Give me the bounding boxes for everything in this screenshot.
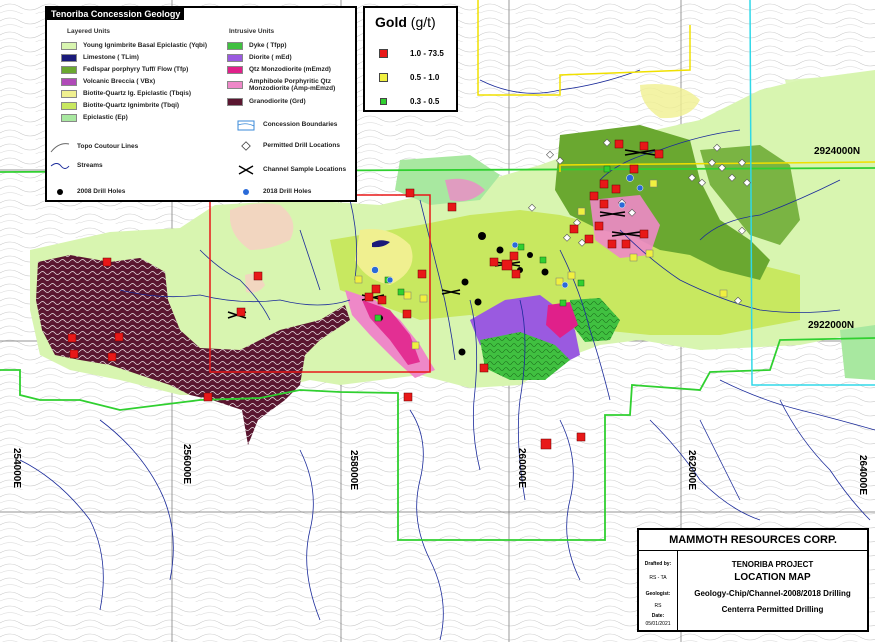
layered-units-header: Layered Units [67,28,110,35]
legend-label: Young Ignimbrite Basal Epiclastic (Yqbi) [83,42,207,49]
drafted-label: Drafted by: [644,561,672,567]
legend-label: Granodiorite (Grd) [249,98,306,105]
date-label: Date: [651,613,665,619]
map-subtitle-2: Centerra Permitted Drilling [721,605,824,614]
swatch-ep [61,113,77,122]
legend-item-tbqis: Biotite-Quartz Ig. Epiclastic (Tbqis) [61,89,191,98]
gold-legend: Gold (g/t) 1.0 - 73.5 0.5 - 1.0 0.3 - 0.… [363,6,458,112]
easting-label-264000: 264000E [857,455,868,496]
title-block: MAMMOTH RESOURCES CORP. Drafted by: RS -… [637,528,869,632]
gold-unit-text: (g/t) [410,14,436,30]
legend-item-tbqi: Biotite-Quartz Ignimbrite (Tbqi) [61,101,179,110]
legend-item-permitted: Permitted Drill Locations [235,139,340,153]
date-value: 05/01/2021 [645,621,671,627]
northing-label-2922000: 2922000N [808,320,855,331]
swatch-tbqi [61,101,77,110]
project-name: TENORIBA PROJECT [731,560,814,569]
easting-label-260000: 260000E [516,448,527,489]
drafted-value: RS - TA [649,575,667,581]
legend-label: Biotite-Quartz Ignimbrite (Tbqi) [83,102,180,109]
legend-label: 2008 Drill Holes [77,188,126,195]
title-block-meta: Drafted by: RS - TA Geologist: RS Date: … [639,551,678,630]
swatch-vbx [61,77,77,86]
legend-label: Biotite-Quartz Ig. Epiclastic (Tbqis) [83,90,191,97]
drill-hole-2018-icon [235,185,257,199]
swatch-memzd [227,65,243,74]
legend-label: Permitted Drill Locations [263,142,340,149]
title-block-main: TENORIBA PROJECT LOCATION MAP Geology-Ch… [678,551,867,630]
legend-item-vbx: Volcanic Breccia ( VBx) [61,77,155,86]
legend-label: Concession Boundaries [263,121,338,128]
swatch-tfpp [227,41,243,50]
swatch-tfp [61,65,77,74]
legend-label: Channel Sample Locations [263,166,347,173]
legend-item-topo: Topo Coutour Lines [49,140,139,154]
northing-label-2924000: 2924000N [814,146,861,157]
legend-title: Tenoriba Concession Geology [47,8,185,20]
geology-legend: Tenoriba Concession Geology Layered Unit… [45,6,357,202]
legend-label: Amphibole Porphyritic Qtz Monzodiorite (… [249,78,336,92]
gold-legend-title: Gold (g/t) [375,14,436,30]
legend-item-memzd: Qtz Monzodiorite (mEmzd) [227,65,331,74]
gold-title-text: Gold [375,14,407,30]
easting-label-262000: 262000E [686,450,697,491]
gold-class-label: 0.3 - 0.5 [410,97,440,106]
swatch-tlim [61,53,77,62]
swatch-med [227,53,243,62]
concession-boundary-icon [235,118,257,132]
easting-label-254000: 254000E [11,448,22,489]
swatch-yqbi [61,41,77,50]
map-subtitle-1: Geology-Chip/Channel-2008/2018 Drilling [694,589,851,598]
drill-hole-2008-icon [49,185,71,199]
legend-label: Streams [77,162,103,169]
gold-class-high: 1.0 - 73.5 [379,49,444,58]
geologist-label: Geologist: [645,591,671,597]
legend-item-grd: Granodiorite (Grd) [227,97,306,106]
legend-label: Fedlspar porphyry Tuff/ Flow (Tfp) [83,66,189,73]
legend-item-tfp: Fedlspar porphyry Tuff/ Flow (Tfp) [61,65,188,74]
legend-label: Diorite ( mEd) [249,54,292,61]
legend-item-concession: Concession Boundaries [235,118,338,132]
legend-item-amp: Amphibole Porphyritic Qtz Monzodiorite (… [227,77,352,93]
red-square-icon [379,49,388,58]
easting-label-256000: 256000E [181,444,192,485]
legend-item-ep: Epiclastic (Ep) [61,113,128,122]
topo-line-icon [49,140,71,154]
swatch-grd [227,97,243,106]
company-name: MAMMOTH RESOURCES CORP. [639,530,867,551]
intrusive-units-header: Intrusive Units [229,28,275,35]
unit-ep-4 [840,325,875,380]
legend-item-yqbi: Young Ignimbrite Basal Epiclastic (Yqbi) [61,41,207,50]
legend-label: Limestone ( TLim) [83,54,139,61]
geologist-value: RS [654,603,662,609]
gold-class-mid: 0.5 - 1.0 [379,73,439,82]
gold-class-label: 1.0 - 73.5 [410,49,444,58]
legend-item-channel: Channel Sample Locations [235,163,347,177]
stream-icon [49,159,71,173]
legend-label: Dyke ( Tfpp) [249,42,287,49]
map-title: LOCATION MAP [734,572,811,583]
legend-label: 2018 Drill Holes [263,188,312,195]
legend-item-streams: Streams [49,161,103,170]
legend-item-med: Diorite ( mEd) [227,53,292,62]
legend-label: Qtz Monzodiorite (mEmzd) [249,66,331,73]
swatch-tbqis [61,89,77,98]
easting-label-258000: 258000E [348,450,359,491]
legend-label: Epiclastic (Ep) [83,114,128,121]
channel-sample-icon [235,163,257,177]
legend-item-tlim: Limestone ( TLim) [61,53,139,62]
legend-item-tfpp: Dyke ( Tfpp) [227,41,287,50]
legend-label: Volcanic Breccia ( VBx) [83,78,156,85]
yellow-square-icon [379,73,388,82]
swatch-amp [227,81,243,89]
legend-item-2018-holes: 2018 Drill Holes [235,187,311,196]
permitted-drill-icon [235,139,257,153]
gold-class-low: 0.3 - 0.5 [379,97,439,106]
legend-item-2008-holes: 2008 Drill Holes [49,187,125,196]
green-square-icon [380,98,387,105]
gold-class-label: 0.5 - 1.0 [410,73,440,82]
legend-label: Topo Coutour Lines [77,143,139,150]
